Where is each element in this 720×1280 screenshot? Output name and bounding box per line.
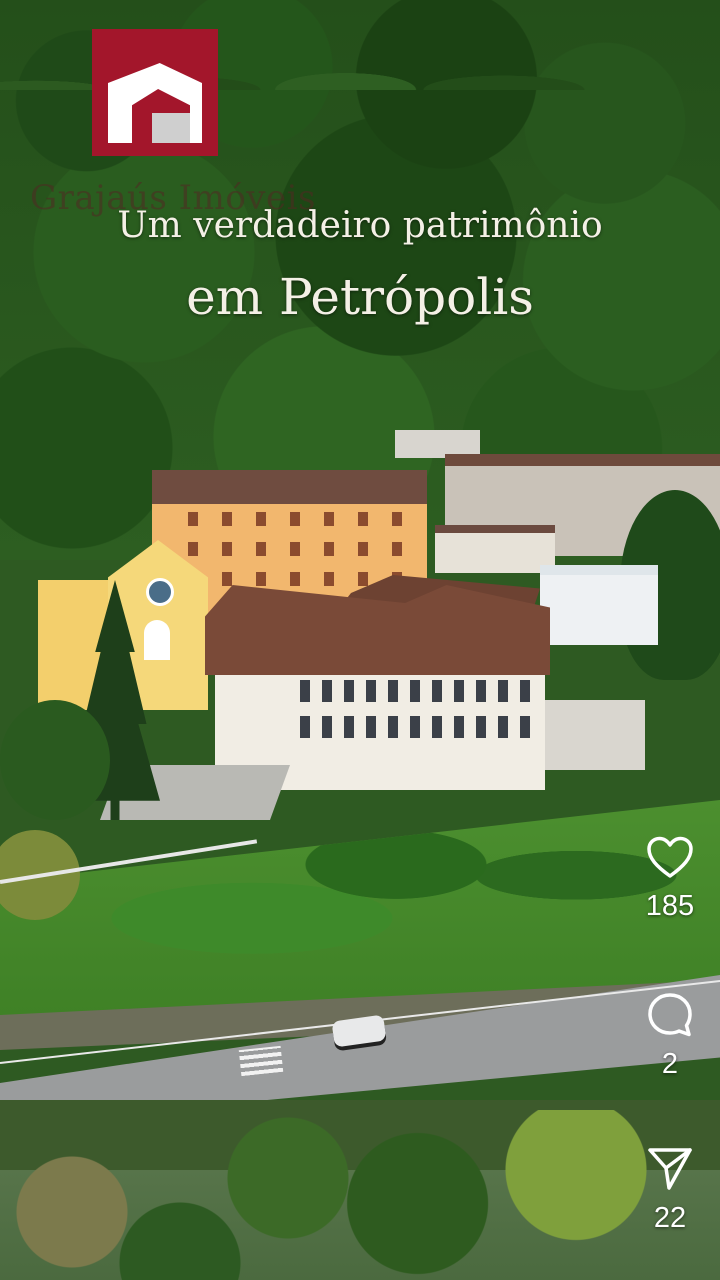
comment-button[interactable]: 2 <box>632 992 708 1081</box>
brand-logo <box>92 29 218 156</box>
courtyard <box>545 700 645 770</box>
crosswalk <box>238 1045 284 1077</box>
comment-count: 2 <box>661 1048 679 1080</box>
foreground-trees <box>0 1110 720 1280</box>
send-icon <box>648 1148 692 1190</box>
tree <box>0 700 110 820</box>
share-button[interactable]: 22 <box>632 1146 708 1235</box>
comment-bubble-icon <box>648 993 692 1037</box>
annex-building <box>540 565 658 645</box>
like-count: 185 <box>645 890 695 922</box>
headline-line-1: Um verdadeiro patrimônio <box>117 205 603 246</box>
house-logo-icon <box>108 43 202 143</box>
heart-icon <box>647 836 693 878</box>
like-button[interactable]: 185 <box>632 836 708 923</box>
headline-line-2: em Petrópolis <box>186 268 534 326</box>
lawn <box>0 800 720 1015</box>
share-count: 22 <box>653 1202 687 1234</box>
windows <box>300 680 530 750</box>
